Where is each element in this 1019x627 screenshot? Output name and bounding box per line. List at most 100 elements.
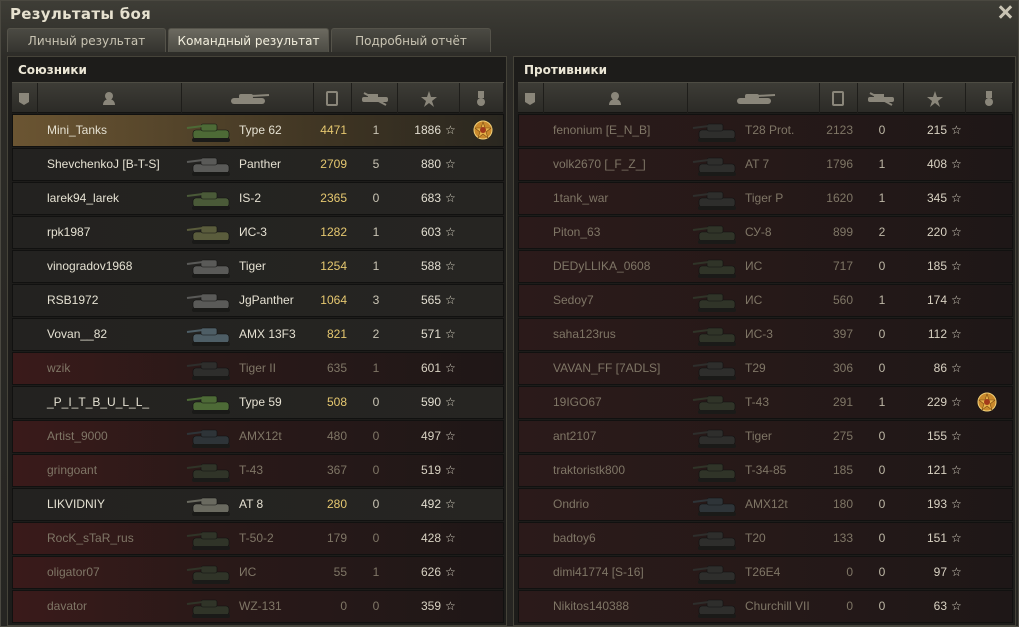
enemies-row[interactable]: dimi41774 [S-16] T26E4 0 0 97 ☆	[518, 556, 1013, 589]
player-name: 1tank_war	[553, 191, 609, 205]
tank-image-icon	[185, 491, 237, 518]
enemies-table-header	[518, 82, 1013, 113]
enemies-row[interactable]: ant2107 Tiger 275 0 155 ☆	[518, 420, 1013, 453]
close-icon[interactable]	[997, 4, 1013, 20]
enemies-row[interactable]: fenonium [E_N_B] T28 Prot. 2123 0 215 ☆	[518, 114, 1013, 147]
allies-row[interactable]: davator WZ-131 0 0 359 ☆	[12, 590, 504, 623]
allies-row[interactable]: Artist_9000 AMX12t 480 0 497 ☆	[12, 420, 504, 453]
allies-row[interactable]: vinogradov1968 Tiger 1254 1 588 ☆	[12, 250, 504, 283]
header-score-star-column[interactable]	[398, 83, 460, 113]
kills-value: 0	[372, 395, 380, 409]
enemies-row[interactable]: saha123rus ИС-3 397 0 112 ☆	[518, 318, 1013, 351]
kills-value: 2	[878, 225, 886, 239]
allies-row[interactable]: larek94_larek IS-2 2365 0 683 ☆	[12, 182, 504, 215]
medal-icon[interactable]	[474, 91, 490, 107]
tank-name: WZ-131	[239, 599, 282, 613]
score-value: 112	[927, 327, 947, 341]
header-kills-column[interactable]	[352, 83, 398, 113]
allies-row[interactable]: LIKVIDNIY AT 8 280 0 492 ☆	[12, 488, 504, 521]
xp-icon[interactable]	[325, 91, 341, 107]
experience-value: 185	[832, 463, 853, 477]
player-icon[interactable]	[608, 91, 624, 107]
enemies-row[interactable]: 19IGO67 T-43 291 1 229 ☆	[518, 386, 1013, 419]
header-player-column[interactable]	[38, 83, 182, 113]
header-player-column[interactable]	[544, 83, 688, 113]
allies-row[interactable]: wzik Tiger II 635 1 601 ☆	[12, 352, 504, 385]
player-name: ShevchenkoJ [B-T-S]	[47, 157, 160, 171]
platoon-icon[interactable]	[523, 91, 539, 107]
header-score-star-column[interactable]	[904, 83, 966, 113]
tank-name: T28 Prot.	[745, 123, 795, 137]
header-medal-column[interactable]	[966, 83, 1013, 113]
enemies-row[interactable]: volk2670 [_F_Z_] AT 7 1796 1 408 ☆	[518, 148, 1013, 181]
allies-row[interactable]: oligator07 ИС 55 1 626 ☆	[12, 556, 504, 589]
enemies-row[interactable]: badtoy6 T20 133 0 151 ☆	[518, 522, 1013, 555]
score-value: 880	[420, 157, 441, 171]
enemies-row[interactable]: Nikitos140388 Churchill VII 0 0 63 ☆	[518, 590, 1013, 623]
tab-detailed-report[interactable]: Подробный отчёт	[331, 28, 491, 52]
kills-icon[interactable]	[864, 91, 898, 106]
enemies-row[interactable]: 1tank_war Tiger P 1620 1 345 ☆	[518, 182, 1013, 215]
score-value: 565	[420, 293, 441, 307]
header-platoon-column[interactable]	[518, 83, 544, 113]
kills-value: 1	[878, 191, 886, 205]
header-medal-column[interactable]	[460, 83, 504, 113]
enemies-row[interactable]: DEDyLLIKA_0608 ИС 717 0 185 ☆	[518, 250, 1013, 283]
score-star-icon[interactable]	[421, 91, 437, 107]
allies-row[interactable]: gringoant T-43 367 0 519 ☆	[12, 454, 504, 487]
enemies-row[interactable]: Ondrio AMX12t 180 0 193 ☆	[518, 488, 1013, 521]
kills-value: 0	[372, 463, 380, 477]
header-xp-column[interactable]	[820, 83, 858, 113]
score-value: 174	[926, 293, 947, 307]
kills-value: 0	[878, 361, 886, 375]
medal-icon[interactable]	[982, 91, 998, 107]
allies-row[interactable]: rpk1987 ИС-3 1282 1 603 ☆	[12, 216, 504, 249]
experience-value: 133	[832, 531, 853, 545]
tab-team-result[interactable]: Командный результат	[168, 28, 329, 52]
kills-icon[interactable]	[358, 91, 392, 106]
allies-row[interactable]: RocK_sTaR_rus T-50-2 179 0 428 ☆	[12, 522, 504, 555]
player-name: dimi41774 [S-16]	[553, 565, 644, 579]
player-name: traktoristk800	[553, 463, 626, 477]
score-star-icon[interactable]	[927, 91, 943, 107]
enemies-panel: Противники fenonium [E_N_B] T28 Prot. 2123…	[513, 56, 1016, 626]
player-name: ant2107	[553, 429, 597, 443]
enemies-row[interactable]: Piton_63 СУ-8 899 2 220 ☆	[518, 216, 1013, 249]
experience-value: 1796	[826, 157, 853, 171]
header-kills-column[interactable]	[858, 83, 904, 113]
score-value: 626	[420, 565, 441, 579]
kills-value: 0	[878, 531, 886, 545]
score-value: 193	[926, 497, 947, 511]
score-star-icon: ☆	[951, 225, 962, 239]
xp-icon[interactable]	[831, 91, 847, 107]
allies-row[interactable]: ShevchenkoJ [B-T-S] Panther 2709 5 880 ☆	[12, 148, 504, 181]
header-tank-column[interactable]	[688, 83, 820, 113]
kills-value: 1	[372, 361, 380, 375]
medal-icon[interactable]	[472, 119, 494, 141]
header-xp-column[interactable]	[314, 83, 352, 113]
score-value: 571	[420, 327, 441, 341]
player-name: Sedoy7	[553, 293, 594, 307]
enemies-row[interactable]: Sedoy7 ИС 560 1 174 ☆	[518, 284, 1013, 317]
tank-name: AMX12t	[745, 497, 788, 511]
allies-row[interactable]: Vovan__82 AMX 13F3 821 2 571 ☆	[12, 318, 504, 351]
player-name: Artist_9000	[47, 429, 108, 443]
medal-icon[interactable]	[976, 391, 998, 413]
tank-name: T-43	[239, 463, 264, 477]
experience-value: 1282	[320, 225, 347, 239]
tab-personal-result[interactable]: Личный результат	[7, 28, 166, 52]
kills-value: 0	[372, 497, 380, 511]
allies-row[interactable]: _P_I_T_B_U_L_L_ Type 59 508 0 590 ☆	[12, 386, 504, 419]
tank-icon[interactable]	[731, 91, 777, 106]
header-tank-column[interactable]	[182, 83, 314, 113]
player-icon[interactable]	[102, 91, 118, 107]
platoon-icon[interactable]	[17, 91, 33, 107]
allies-row[interactable]: RSB1972 JgPanther 1064 3 565 ☆	[12, 284, 504, 317]
enemies-row[interactable]: VAVAN_FF [7ADLS] T29 306 0 86 ☆	[518, 352, 1013, 385]
player-name: davator	[47, 599, 88, 613]
window-title: Результаты боя	[10, 5, 152, 23]
tank-icon[interactable]	[225, 91, 271, 106]
enemies-row[interactable]: traktoristk800 T-34-85 185 0 121 ☆	[518, 454, 1013, 487]
header-platoon-column[interactable]	[12, 83, 38, 113]
allies-row[interactable]: Mini_Tanks Type 62 4471 1 1886 ☆	[12, 114, 504, 147]
